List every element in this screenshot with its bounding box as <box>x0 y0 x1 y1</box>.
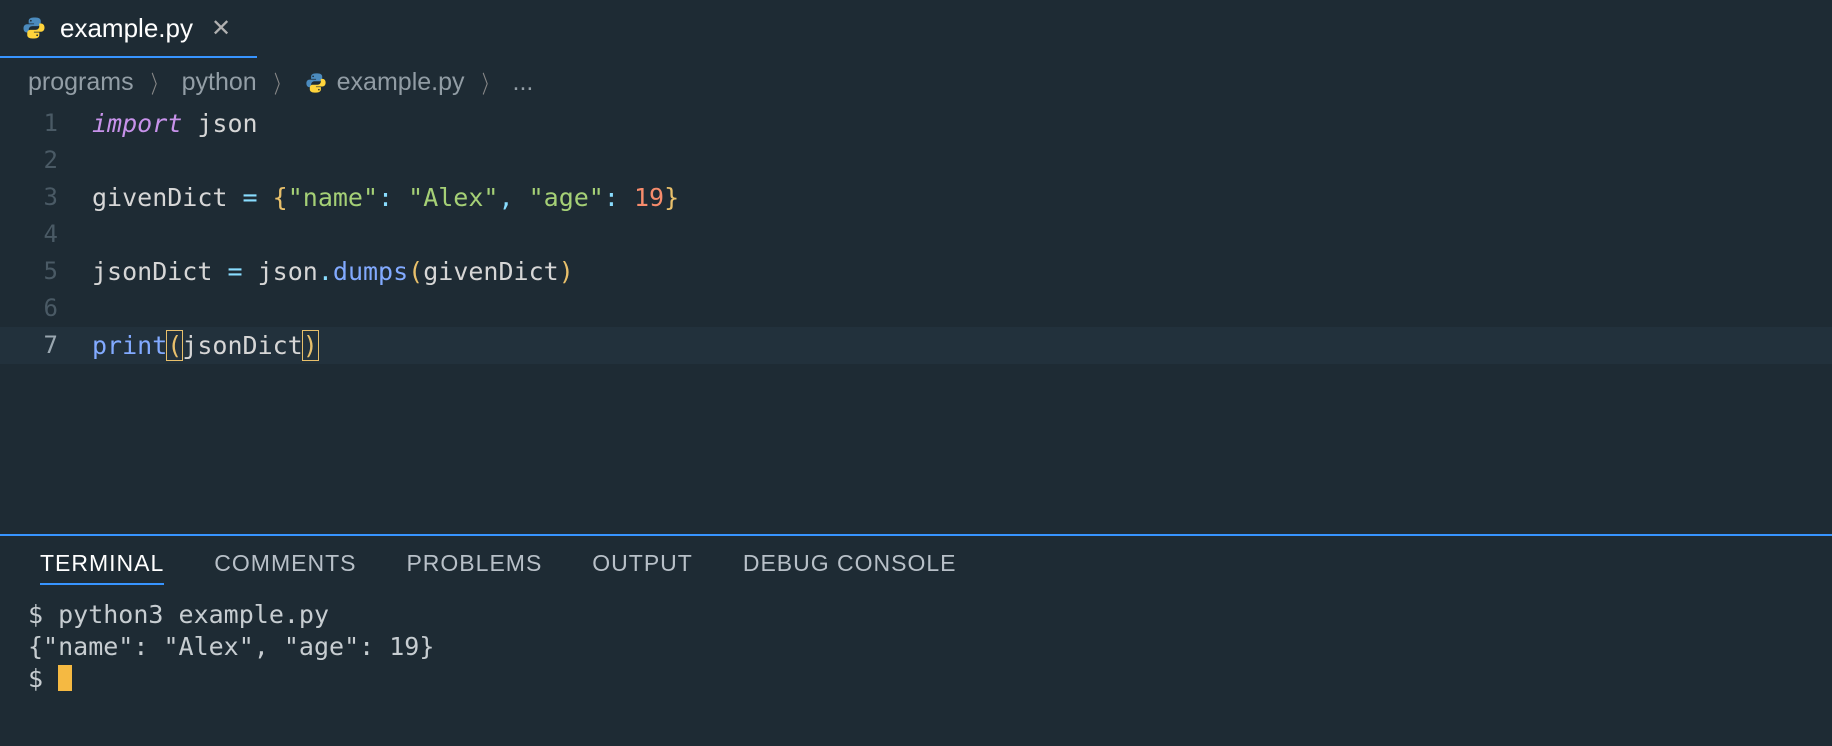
code-line[interactable]: 2 <box>0 142 1832 179</box>
panel-tab-problems[interactable]: PROBLEMS <box>406 550 542 585</box>
code-content[interactable]: givenDict = {"name": "Alex", "age": 19} <box>92 179 679 216</box>
breadcrumb-item[interactable]: programs <box>28 68 134 97</box>
python-icon <box>22 16 46 40</box>
close-icon[interactable]: ✕ <box>207 14 235 43</box>
terminal-cursor <box>58 665 72 691</box>
bottom-panel: TERMINAL COMMENTS PROBLEMS OUTPUT DEBUG CONS… <box>0 536 1832 746</box>
code-line[interactable]: 7print(jsonDict) <box>0 327 1832 364</box>
panel-tab-comments[interactable]: COMMENTS <box>214 550 356 585</box>
terminal-line: $ <box>28 663 1804 695</box>
tab-bar: example.py ✕ <box>0 0 1832 58</box>
tab-label: example.py <box>60 13 193 44</box>
code-line[interactable]: 6 <box>0 290 1832 327</box>
terminal-line: $ python3 example.py <box>28 599 1804 631</box>
line-number: 2 <box>0 142 92 179</box>
panel-tab-output[interactable]: OUTPUT <box>592 550 693 585</box>
panel-tab-terminal[interactable]: TERMINAL <box>40 550 164 585</box>
panel-tab-debug-console[interactable]: DEBUG CONSOLE <box>743 550 957 585</box>
line-number: 1 <box>0 105 92 142</box>
line-number: 5 <box>0 253 92 290</box>
code-content[interactable]: import json <box>92 105 258 142</box>
line-number: 7 <box>0 327 92 364</box>
code-line[interactable]: 4 <box>0 216 1832 253</box>
breadcrumb-item[interactable]: python <box>182 68 257 97</box>
line-number: 3 <box>0 179 92 216</box>
code-line[interactable]: 3givenDict = {"name": "Alex", "age": 19} <box>0 179 1832 216</box>
code-content[interactable]: print(jsonDict) <box>92 327 318 364</box>
line-number: 4 <box>0 216 92 253</box>
terminal-line: {"name": "Alex", "age": 19} <box>28 631 1804 663</box>
breadcrumb-file[interactable]: example.py <box>337 68 465 97</box>
breadcrumb: programs 〉 python 〉 example.py 〉... <box>0 58 1832 105</box>
chevron-right-icon: 〉 <box>475 68 503 97</box>
chevron-right-icon: 〉 <box>267 68 295 97</box>
code-content[interactable]: jsonDict = json.dumps(givenDict) <box>92 253 574 290</box>
breadcrumb-more[interactable]: ... <box>513 68 534 97</box>
python-icon <box>305 72 327 94</box>
chevron-right-icon: 〉 <box>144 68 172 97</box>
tab-example-py[interactable]: example.py ✕ <box>0 0 257 58</box>
code-editor[interactable]: 1import json23givenDict = {"name": "Alex… <box>0 105 1832 534</box>
panel-tabs: TERMINAL COMMENTS PROBLEMS OUTPUT DEBUG CONS… <box>0 546 1832 595</box>
line-number: 6 <box>0 290 92 327</box>
terminal-output[interactable]: $ python3 example.py{"name": "Alex", "ag… <box>0 595 1832 699</box>
code-line[interactable]: 5jsonDict = json.dumps(givenDict) <box>0 253 1832 290</box>
code-line[interactable]: 1import json <box>0 105 1832 142</box>
